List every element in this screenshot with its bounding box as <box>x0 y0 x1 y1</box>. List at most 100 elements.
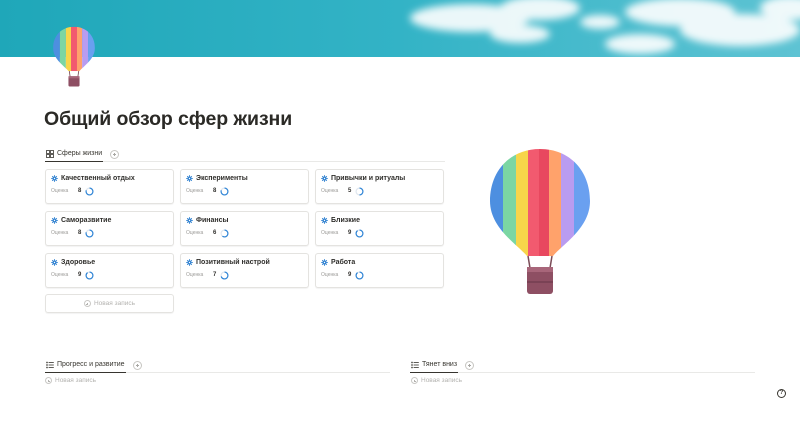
sky-clouds-cover <box>0 0 800 57</box>
new-record-row-button[interactable]: Новая запись <box>411 377 462 384</box>
hot-air-balloon-icon <box>490 149 590 294</box>
gallery-card[interactable]: Здоровье Оценка 9 <box>45 253 174 288</box>
gallery-grid: Качественный отдых Оценка 8 Эксперименты Оце… <box>45 169 445 288</box>
card-title: Эксперименты <box>186 175 303 182</box>
tab-label: Сферы жизни <box>57 150 103 157</box>
rating-label: Оценка <box>51 188 69 194</box>
gallery-card[interactable]: Эксперименты Оценка 8 <box>180 169 309 204</box>
progress-tabbar: Прогресс и развитие <box>45 358 390 373</box>
card-title: Привычки и ритуалы <box>321 175 438 182</box>
card-title-text: Эксперименты <box>196 175 248 182</box>
card-title-text: Близкие <box>331 217 360 224</box>
card-title-text: Качественный отдых <box>61 175 135 182</box>
help-button[interactable]: ? <box>777 389 786 398</box>
rating-property: Оценка 9 <box>321 228 438 238</box>
add-view-button[interactable] <box>110 149 120 159</box>
progress-ring-icon <box>355 270 364 280</box>
hot-air-balloon-icon <box>53 26 95 87</box>
card-title: Позитивный настрой <box>186 259 303 266</box>
page-icon[interactable] <box>51 25 97 89</box>
gallery-view-icon <box>46 149 54 158</box>
gallery-card[interactable]: Позитивный настрой Оценка 7 <box>180 253 309 288</box>
card-title: Качественный отдых <box>51 175 168 182</box>
new-record-row-button[interactable]: Новая запись <box>45 377 96 384</box>
page-title[interactable]: Общий обзор сфер жизни <box>44 108 292 131</box>
card-title-text: Позитивный настрой <box>196 259 270 266</box>
cover-image[interactable] <box>0 0 800 57</box>
card-title-text: Привычки и ритуалы <box>331 175 406 182</box>
progress-ring-icon <box>220 228 229 238</box>
rating-value: 9 <box>348 230 352 236</box>
rating-label: Оценка <box>186 272 204 278</box>
gallery-card[interactable]: Привычки и ритуалы Оценка 5 <box>315 169 444 204</box>
card-title-text: Саморазвитие <box>61 217 112 224</box>
rating-value: 5 <box>348 188 352 194</box>
add-view-button[interactable] <box>465 360 475 370</box>
balloon-illustration <box>487 146 593 296</box>
rating-property: Оценка 8 <box>186 186 303 196</box>
card-title: Здоровье <box>51 259 168 266</box>
list-view-icon <box>411 361 419 368</box>
rating-value: 8 <box>213 188 217 194</box>
rating-label: Оценка <box>321 272 339 278</box>
new-record-label: Новая запись <box>93 300 135 307</box>
rating-label: Оценка <box>51 272 69 278</box>
gallery-card[interactable]: Качественный отдых Оценка 8 <box>45 169 174 204</box>
card-title: Саморазвитие <box>51 217 168 224</box>
rating-value: 6 <box>213 230 217 236</box>
gallery-card[interactable]: Работа Оценка 9 <box>315 253 444 288</box>
gear-icon <box>186 217 193 224</box>
new-record-card-button[interactable]: Новая запись <box>45 294 174 313</box>
progress-ring-icon <box>85 186 94 196</box>
rating-value: 8 <box>78 230 82 236</box>
progress-ring-icon <box>355 228 364 238</box>
gallery-card[interactable]: Финансы Оценка 6 <box>180 211 309 246</box>
rating-property: Оценка 8 <box>51 186 168 196</box>
card-title-text: Работа <box>331 259 356 266</box>
gear-icon <box>321 217 328 224</box>
card-title: Работа <box>321 259 438 266</box>
gear-icon <box>186 175 193 182</box>
new-record-label: Новая запись <box>421 377 463 384</box>
rating-value: 7 <box>213 272 217 278</box>
rating-property: Оценка 7 <box>186 270 303 280</box>
tab-pulls-down[interactable]: Тянет вниз <box>410 358 459 373</box>
rating-value: 9 <box>348 272 352 278</box>
tab-label: Прогресс и развитие <box>57 361 125 368</box>
gear-icon <box>321 259 328 266</box>
rating-label: Оценка <box>321 230 339 236</box>
gallery-card[interactable]: Саморазвитие Оценка 8 <box>45 211 174 246</box>
rating-property: Оценка 5 <box>321 186 438 196</box>
new-record-label: Новая запись <box>55 377 97 384</box>
tab-label: Тянет вниз <box>422 361 458 368</box>
tab-progress[interactable]: Прогресс и развитие <box>45 358 126 373</box>
gear-icon <box>51 175 58 182</box>
rating-property: Оценка 9 <box>321 270 438 280</box>
rating-value: 8 <box>78 188 82 194</box>
plus-icon <box>83 300 91 307</box>
plus-icon <box>411 377 418 384</box>
add-view-button[interactable] <box>132 360 142 370</box>
gear-icon <box>321 175 328 182</box>
card-title-text: Финансы <box>196 217 229 224</box>
gallery-card[interactable]: Близкие Оценка 9 <box>315 211 444 246</box>
rating-property: Оценка 9 <box>51 270 168 280</box>
card-title: Близкие <box>321 217 438 224</box>
gear-icon <box>51 217 58 224</box>
card-title: Финансы <box>186 217 303 224</box>
progress-ring-icon <box>355 186 364 196</box>
rating-label: Оценка <box>186 188 204 194</box>
tab-spheres[interactable]: Сферы жизни <box>45 147 104 162</box>
progress-ring-icon <box>85 270 94 280</box>
progress-ring-icon <box>220 186 229 196</box>
gallery-tabbar: Сферы жизни <box>45 147 445 162</box>
gear-icon <box>186 259 193 266</box>
gear-icon <box>51 259 58 266</box>
list-view-icon <box>46 361 54 368</box>
rating-label: Оценка <box>321 188 339 194</box>
plus-icon <box>45 377 52 384</box>
progress-ring-icon <box>85 228 94 238</box>
rating-property: Оценка 6 <box>186 228 303 238</box>
rating-label: Оценка <box>186 230 204 236</box>
rating-value: 9 <box>78 272 82 278</box>
